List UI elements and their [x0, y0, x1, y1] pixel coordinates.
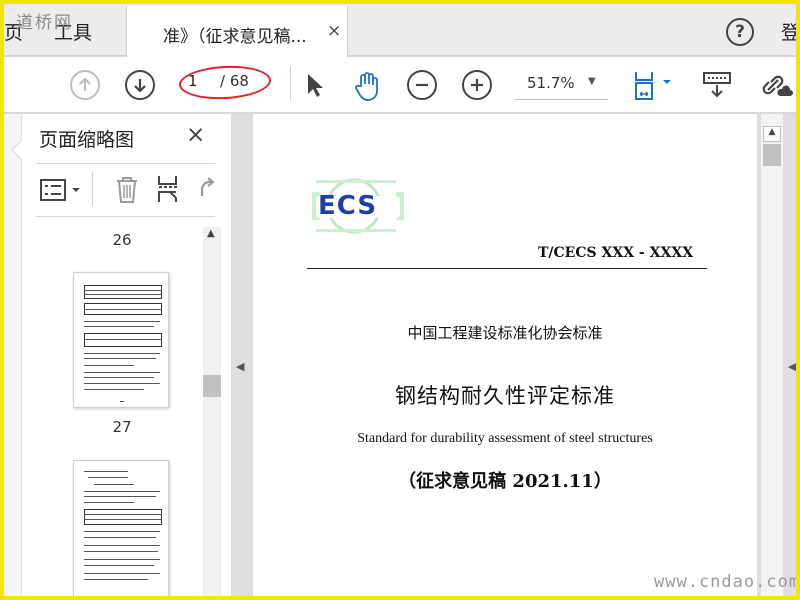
chevron-up-icon[interactable]: ▲ [763, 126, 781, 142]
toolbar [0, 57, 800, 113]
next-page-button[interactable] [125, 70, 155, 100]
list-options-icon [40, 179, 80, 201]
divider [36, 163, 215, 164]
delete-page-button[interactable] [113, 174, 141, 204]
cursor-arrow-icon [308, 74, 323, 97]
chevron-down-icon[interactable]: ▼ [588, 76, 596, 87]
header-rule [307, 268, 707, 269]
zoom-in-button[interactable] [462, 70, 492, 100]
insert-page-icon [158, 176, 177, 202]
scroll-mode-button[interactable] [701, 70, 733, 100]
ecs-logo: ECS [312, 178, 404, 234]
document-title: 钢结构耐久性评定标准 [395, 384, 615, 408]
chevron-up-icon[interactable]: ▲ [207, 228, 215, 239]
panel-scroll-thumb[interactable] [203, 375, 221, 397]
panel-scrollbar[interactable]: ▲ [203, 227, 221, 600]
thumbnail-options-button[interactable] [40, 176, 84, 204]
previous-page-button[interactable] [70, 70, 100, 100]
arrow-up-icon [79, 77, 91, 91]
zoom-underline [515, 99, 608, 100]
thumbnail-page-27[interactable] [73, 272, 169, 408]
draft-label: （征求意见稿 2021.11） [398, 471, 612, 492]
link-icon [762, 75, 793, 96]
arrow-down-icon [134, 79, 146, 93]
share-link-button[interactable] [758, 70, 794, 100]
thumbnail-page-label: 26 [112, 231, 132, 249]
watermark-top-left: 道桥网 [16, 13, 73, 33]
tab-document[interactable]: 准》（征求意见稿... × [126, 6, 348, 57]
document-scroll-thumb[interactable] [763, 144, 781, 166]
rotate-icon [200, 177, 215, 196]
zoom-out-button[interactable] [407, 70, 437, 100]
tab-close-icon[interactable]: × [327, 21, 341, 41]
trash-icon [117, 177, 137, 203]
chevron-left-icon[interactable]: ◀ [236, 360, 244, 373]
thumbnail-page-28[interactable] [73, 460, 169, 600]
select-tool-button[interactable] [301, 70, 331, 100]
panel-pointer-icon [11, 140, 22, 160]
fit-page-icon [635, 72, 671, 100]
organization-name: 中国工程建设标准化协会标准 [407, 324, 603, 342]
page-fit-button[interactable] [632, 70, 676, 100]
insert-page-button[interactable] [156, 174, 182, 204]
hand-icon [355, 72, 378, 101]
panel-title: 页面缩略图 [39, 129, 135, 151]
chevron-right-icon[interactable]: ◀ [788, 360, 796, 373]
document-subtitle: Standard for durability assessment of st… [357, 431, 653, 446]
help-icon[interactable]: ? [726, 18, 754, 46]
watermark-bottom-right: www.cndao.com [654, 572, 800, 592]
ecs-logo-text: ECS [318, 191, 378, 221]
tab-bar: 页 工具 准》（征求意见稿... × ? 登 [0, 0, 800, 57]
collapse-panel-gutter[interactable] [231, 114, 253, 600]
panel-left-strip [0, 114, 22, 600]
panel-close-icon[interactable]: × [186, 122, 205, 148]
zoom-dropdown[interactable]: 51.7% [527, 74, 575, 92]
tab-document-title: 准》（征求意见稿... [163, 27, 307, 47]
standard-code: T/CECS XXX - XXXX [538, 245, 694, 261]
thumbnail-page-label: 27 [112, 418, 132, 436]
divider [36, 216, 215, 217]
keyboard-scroll-icon [703, 72, 731, 98]
hand-tool-button[interactable] [352, 70, 382, 101]
plus-icon [471, 79, 483, 91]
minus-icon [416, 83, 428, 87]
document-scrollbar[interactable]: ▲ [761, 114, 783, 600]
sign-in-link[interactable]: 登 [781, 18, 800, 45]
rotate-page-button[interactable] [196, 174, 218, 204]
